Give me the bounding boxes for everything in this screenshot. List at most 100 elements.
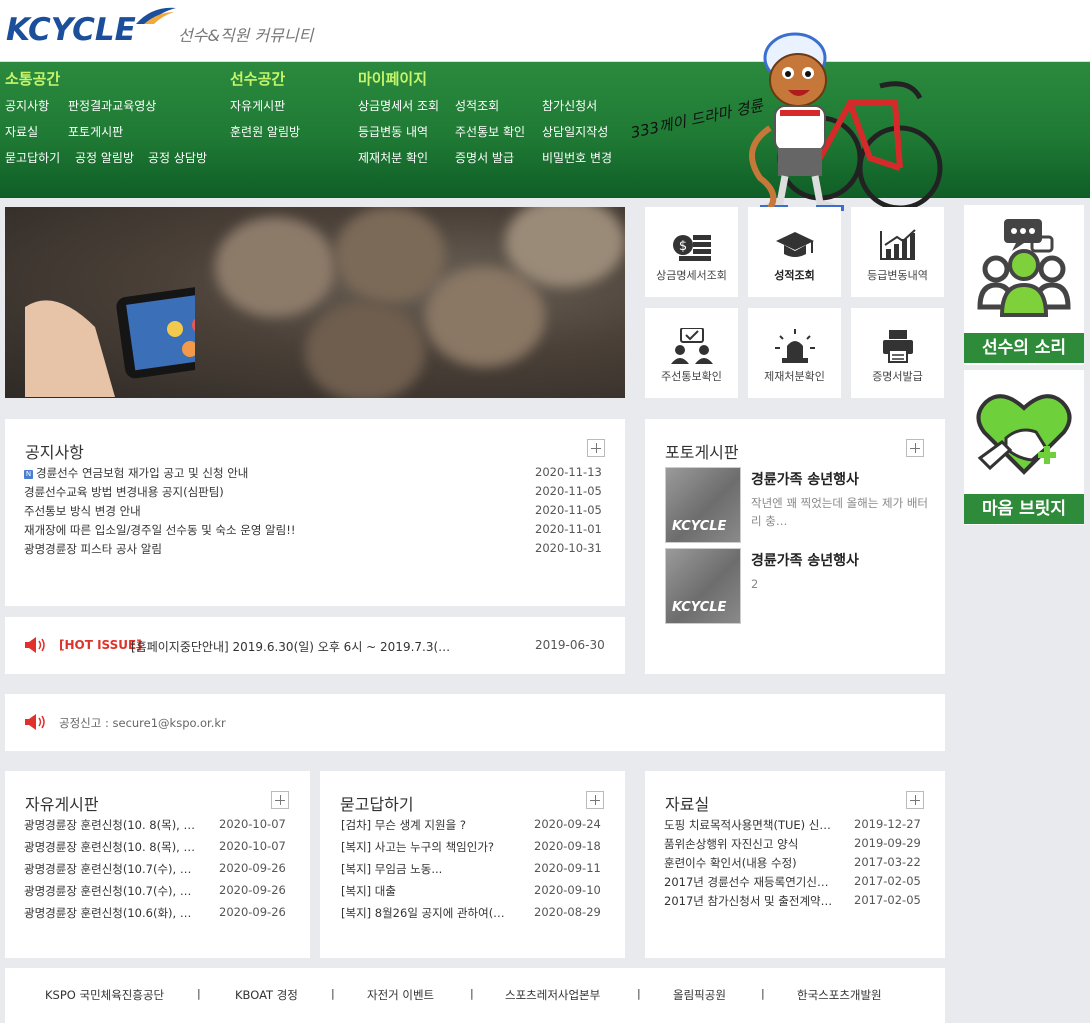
banner-face-4 (305, 302, 425, 398)
library-row[interactable]: 2017년 참가신청서 및 출전계약… 2017-02-05 (664, 893, 934, 912)
footer-link-kboat[interactable]: KBOAT 경정 (235, 987, 298, 1003)
qna-row[interactable]: [복지] 8월26일 공지에 관하여(… 2020-08-29 (341, 905, 611, 924)
row-title: [복지] 사고는 누구의 책임인가? (341, 840, 495, 854)
footer-link-kisd[interactable]: 한국스포츠개발원 (797, 987, 882, 1003)
new-badge-icon: N (24, 470, 33, 479)
qna-panel: 묻고답하기 [검차] 무슨 생계 지원을 ? 2020-09-24 [복지] 사고… (320, 771, 625, 958)
library-row[interactable]: 품위손상행위 자진신고 양식 2019-09-29 (664, 836, 934, 855)
qna-row[interactable]: [검차] 무슨 생계 지원을 ? 2020-09-24 (341, 817, 611, 836)
nav-link-qna[interactable]: 묻고답하기 (5, 149, 60, 166)
free-board-row[interactable]: 광명경륜장 훈련신청(10. 8(목), … 2020-10-07 (24, 839, 294, 858)
library-row[interactable]: 훈련이수 확인서(내용 수정) 2017-03-22 (664, 855, 934, 874)
bar-chart-icon (880, 229, 916, 260)
notice-row-title: 경륜선수 연금보험 재가입 공고 및 신청 안내 (36, 466, 249, 480)
row-date: 2017-03-22 (854, 855, 921, 869)
nav-link-judging-video[interactable]: 판정결과교육영상 (68, 97, 156, 114)
free-board-row[interactable]: 광명경륜장 훈련신청(10.7(수), … 2020-09-26 (24, 861, 294, 880)
nav-link-counsel-log[interactable]: 상담일지작성 (542, 123, 608, 140)
library-more-button[interactable] (906, 791, 924, 809)
svg-text:$: $ (679, 239, 687, 254)
free-board-row[interactable]: 광명경륜장 훈련신청(10. 8(목), … 2020-10-07 (24, 817, 294, 836)
nav-link-training-notice[interactable]: 훈련원 알림방 (230, 123, 300, 140)
hot-issue-bar[interactable]: [HOT ISSUE] [홈페이지중단안내] 2019.6.30(일) 오후 6… (5, 617, 625, 674)
player-voice-banner[interactable]: 선수의 소리 (964, 205, 1084, 365)
tile-sanction-check[interactable]: 제재처분확인 (748, 308, 841, 398)
hot-issue-text[interactable]: [홈페이지중단안내] 2019.6.30(일) 오후 6시 ~ 2019.7.3… (131, 638, 491, 655)
nav-link-sanction-check[interactable]: 제재처분 확인 (358, 149, 428, 166)
nav-link-results[interactable]: 성적조회 (455, 97, 499, 114)
notice-panel: 공지사항 N 경륜선수 연금보험 재가입 공고 및 신청 안내 2020-11-1… (5, 419, 625, 606)
nav-heading-player-space[interactable]: 선수공간 (230, 68, 285, 89)
tile-label: 증명서발급 (872, 370, 923, 383)
nav-link-fair-counsel[interactable]: 공정 상담방 (148, 149, 207, 166)
kcycle-logo[interactable]: KCYCLE (6, 7, 176, 50)
speech-crowd-icon (977, 219, 1071, 317)
qna-more-button[interactable] (586, 791, 604, 809)
footer-separator: | (331, 987, 335, 1000)
footer-links: KSPO 국민체육진흥공단 | KBOAT 경정 | 자전거 이벤트 | 스포츠… (5, 968, 945, 1023)
nav-link-prize-statement[interactable]: 상금명세서 조회 (358, 97, 439, 114)
nav-link-certificate[interactable]: 증명서 발급 (455, 149, 514, 166)
free-board-more-button[interactable] (271, 791, 289, 809)
siren-icon (775, 329, 815, 363)
notice-row[interactable]: 광명경륜장 피스타 공사 알림 2020-10-31 (24, 541, 606, 560)
qna-row[interactable]: [복지] 사고는 누구의 책임인가? 2020-09-18 (341, 839, 611, 858)
tile-assignment-check[interactable]: 주선통보확인 (645, 308, 738, 398)
photo-item[interactable]: KCYCLE 경륜가족 송년행사 2 (665, 548, 935, 624)
nav-link-fair-notice[interactable]: 공정 알림방 (75, 149, 134, 166)
qna-row[interactable]: [복지] 무임금 노동... 2020-09-11 (341, 861, 611, 880)
library-row[interactable]: 2017년 경륜선수 재등록연기신… 2017-02-05 (664, 874, 934, 893)
nav-link-assignment-check[interactable]: 주선통보 확인 (455, 123, 525, 140)
row-title: 도핑 치료목적사용면책(TUE) 신… (664, 818, 831, 832)
nav-heading-communication[interactable]: 소통공간 (5, 68, 60, 89)
row-date: 2020-09-11 (534, 861, 601, 875)
free-board-row[interactable]: 광명경륜장 훈련신청(10.7(수), … 2020-09-26 (24, 883, 294, 902)
row-date: 2020-09-18 (534, 839, 601, 853)
nav-link-free-board[interactable]: 자유게시판 (230, 97, 285, 114)
photo-item-desc: 2 (751, 577, 759, 591)
tile-label: 상금명세서조회 (656, 269, 727, 282)
footer-link-olympic-park[interactable]: 올림픽공원 (673, 987, 726, 1003)
report-bar[interactable]: 공정신고 : secure1@kspo.or.kr (5, 694, 945, 751)
library-panel: 자료실 도핑 치료목적사용면책(TUE) 신… 2019-12-27 품위손상행위… (645, 771, 945, 958)
row-date: 2017-02-05 (854, 893, 921, 907)
nav-link-change-password[interactable]: 비밀번호 변경 (542, 149, 612, 166)
row-title: [복지] 무임금 노동... (341, 862, 443, 876)
free-board-row[interactable]: 광명경륜장 훈련신청(10.6(화), … 2020-09-26 (24, 905, 294, 924)
qna-title: 묻고답하기 (340, 795, 414, 814)
qna-row[interactable]: [복지] 대출 2020-09-10 (341, 883, 611, 902)
footer-link-bike-event[interactable]: 자전거 이벤트 (367, 987, 434, 1003)
row-date: 2020-09-26 (219, 905, 286, 919)
nav-link-photo-board[interactable]: 포토게시판 (68, 123, 123, 140)
photo-item[interactable]: KCYCLE 경륜가족 송년행사 작년엔 꽤 찍었는데 올해는 제가 배터리 충… (665, 467, 935, 543)
mind-bridge-banner[interactable]: 마음 브릿지 (964, 370, 1084, 525)
nav-link-notice[interactable]: 공지사항 (5, 97, 49, 114)
notice-row[interactable]: N 경륜선수 연금보험 재가입 공고 및 신청 안내 2020-11-13 (24, 465, 606, 484)
row-title: [복지] 대출 (341, 884, 396, 898)
tile-certificate[interactable]: 증명서발급 (851, 308, 944, 398)
library-row[interactable]: 도핑 치료목적사용면책(TUE) 신… 2019-12-27 (664, 817, 934, 836)
row-date: 2020-10-07 (219, 839, 286, 853)
notice-more-button[interactable] (587, 439, 605, 457)
footer-link-kspo[interactable]: KSPO 국민체육진흥공단 (45, 987, 164, 1003)
nav-heading-mypage[interactable]: 마이페이지 (358, 68, 427, 89)
mind-bridge-label: 마음 브릿지 (964, 494, 1084, 524)
tile-prize-statement[interactable]: $ 상금명세서조회 (645, 207, 738, 297)
notice-row[interactable]: 경륜선수교육 방법 변경내용 공지(심판팀) 2020-11-05 (24, 484, 606, 503)
footer-link-sports-leisure[interactable]: 스포츠레저사업본부 (505, 987, 600, 1003)
row-date: 2020-09-24 (534, 817, 601, 831)
notice-row[interactable]: 주선통보 방식 변경 안내 2020-11-05 (24, 503, 606, 522)
row-title: 광명경륜장 훈련신청(10. 8(목), … (24, 818, 195, 832)
nav-link-entry-form[interactable]: 참가신청서 (542, 97, 597, 114)
notice-row[interactable]: 재개장에 따른 입소일/경주일 선수동 및 숙소 운영 알림!! 2020-11… (24, 522, 606, 541)
tile-results[interactable]: 성적조회 (748, 207, 841, 297)
free-board-panel: 자유게시판 광명경륜장 훈련신청(10. 8(목), … 2020-10-07 광… (5, 771, 310, 958)
tile-label: 제재처분확인 (764, 370, 825, 383)
row-date: 2020-09-26 (219, 883, 286, 897)
hero-banner[interactable] (5, 207, 625, 398)
tile-grade-history[interactable]: 등급변동내역 (851, 207, 944, 297)
nav-link-library[interactable]: 자료실 (5, 123, 38, 140)
photo-more-button[interactable] (906, 439, 924, 457)
tile-label: 성적조회 (774, 269, 815, 282)
nav-link-grade-history[interactable]: 등급변동 내역 (358, 123, 428, 140)
